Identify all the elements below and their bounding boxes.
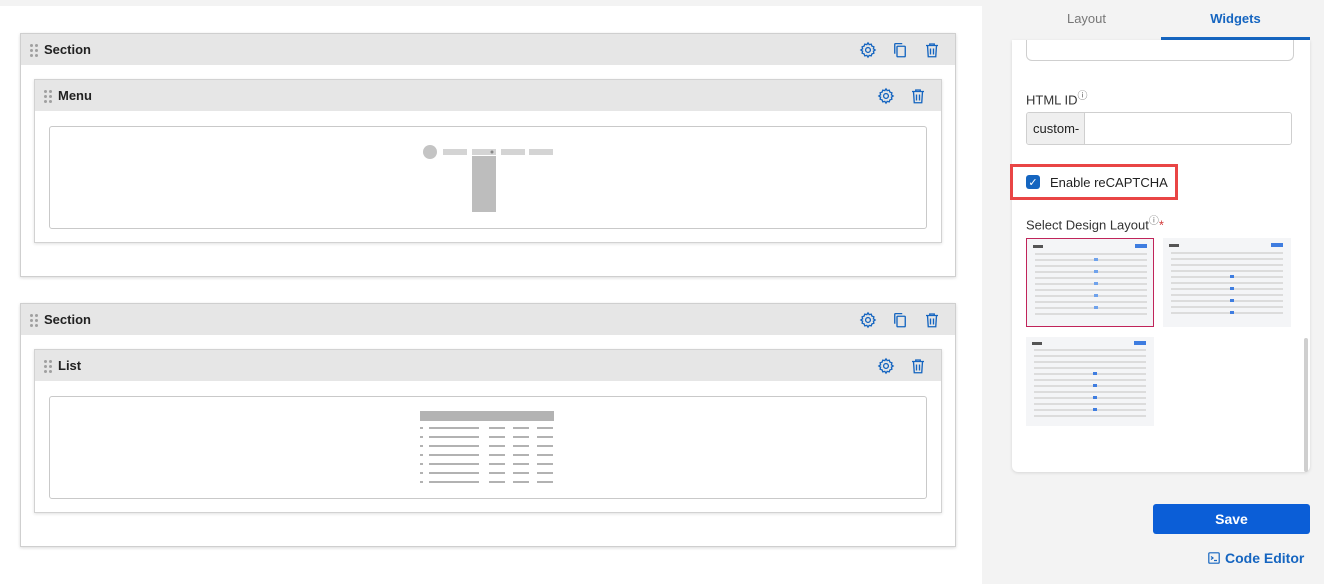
trash-icon[interactable] xyxy=(909,357,927,375)
widget-header[interactable]: List xyxy=(35,350,941,381)
layout-preview-image xyxy=(1032,341,1146,417)
gear-icon[interactable] xyxy=(859,41,877,59)
design-layout-option-1[interactable] xyxy=(1026,238,1154,327)
gear-icon[interactable] xyxy=(859,311,877,329)
section-title: Section xyxy=(44,312,91,327)
trash-icon[interactable] xyxy=(923,311,941,329)
panel-scrollbar[interactable] xyxy=(1304,338,1308,472)
trash-icon[interactable] xyxy=(923,41,941,59)
recaptcha-option[interactable]: ✓ Enable reCAPTCHA xyxy=(1010,164,1178,200)
html-id-input[interactable] xyxy=(1085,113,1291,144)
menu-placeholder-graphic xyxy=(423,145,553,212)
html-id-field: custom- xyxy=(1026,112,1292,145)
section-header[interactable]: Section xyxy=(21,304,955,335)
widget-header[interactable]: Menu xyxy=(35,80,941,111)
trash-icon[interactable] xyxy=(909,87,927,105)
section-block: Section xyxy=(20,303,956,547)
html-id-prefix: custom- xyxy=(1027,113,1085,144)
checkmark-icon: ✓ xyxy=(1028,176,1038,189)
terminal-icon xyxy=(1208,552,1220,564)
html-id-label: HTML IDⓘ xyxy=(1026,87,1088,107)
gear-icon[interactable] xyxy=(877,357,895,375)
help-circle-icon[interactable]: ⓘ xyxy=(1078,91,1088,102)
widget-block: List xyxy=(34,349,942,513)
copy-icon[interactable] xyxy=(891,311,909,329)
builder-canvas: Section Menu Section List xyxy=(0,6,982,584)
widget-properties-card: HTML IDⓘ custom- ✓ Enable reCAPTCHA Sele… xyxy=(1010,40,1310,472)
widget-block: Menu xyxy=(34,79,942,243)
section-block: Section xyxy=(20,33,956,277)
layout-preview-image xyxy=(1033,244,1147,315)
previous-input-field[interactable] xyxy=(1026,40,1294,61)
help-circle-icon[interactable]: ⓘ xyxy=(1149,216,1159,227)
design-layout-option-2[interactable] xyxy=(1163,238,1291,327)
html-id-label-text: HTML ID xyxy=(1026,92,1078,108)
design-layout-label: Select Design Layoutⓘ* xyxy=(1026,212,1164,232)
panel-tabs: Layout Widgets xyxy=(1012,0,1310,40)
properties-panel: Layout Widgets HTML IDⓘ custom- ✓ Enable… xyxy=(996,0,1324,584)
list-widget-preview[interactable] xyxy=(49,396,927,499)
design-layout-option-3[interactable] xyxy=(1026,337,1154,426)
widget-title: List xyxy=(58,358,82,373)
code-editor-link[interactable]: Code Editor xyxy=(1208,550,1304,566)
list-placeholder-graphic xyxy=(420,411,554,483)
menu-widget-preview[interactable] xyxy=(49,126,927,229)
drag-handle-icon[interactable] xyxy=(30,313,38,327)
save-button[interactable]: Save xyxy=(1153,504,1310,534)
code-editor-label: Code Editor xyxy=(1225,550,1305,566)
recaptcha-label: Enable reCAPTCHA xyxy=(1050,174,1168,190)
drag-handle-icon[interactable] xyxy=(44,359,52,373)
drag-handle-icon[interactable] xyxy=(44,89,52,103)
gear-icon[interactable] xyxy=(877,87,895,105)
section-header[interactable]: Section xyxy=(21,34,955,65)
drag-handle-icon[interactable] xyxy=(30,43,38,57)
design-layout-label-text: Select Design Layout xyxy=(1026,217,1149,233)
widget-title: Menu xyxy=(58,88,92,103)
layout-preview-image xyxy=(1169,243,1283,314)
recaptcha-checkbox[interactable]: ✓ xyxy=(1026,175,1040,189)
tab-widgets[interactable]: Widgets xyxy=(1161,0,1310,40)
required-marker: * xyxy=(1158,217,1164,233)
section-title: Section xyxy=(44,42,91,57)
tab-layout[interactable]: Layout xyxy=(1012,0,1161,40)
copy-icon[interactable] xyxy=(891,41,909,59)
